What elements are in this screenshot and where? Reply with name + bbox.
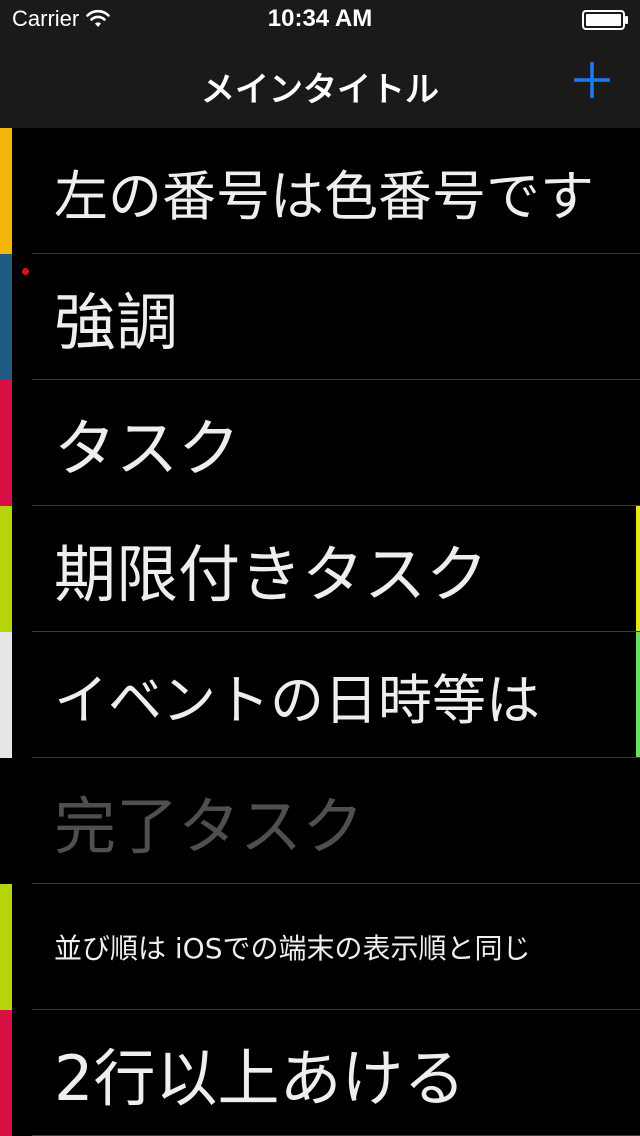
task-row[interactable]: タスク bbox=[0, 380, 640, 506]
task-row[interactable]: 期限付きタスク bbox=[0, 506, 640, 632]
task-row[interactable]: 2行以上あける bbox=[0, 1010, 640, 1136]
task-list: 左の番号は色番号です強調タスク期限付きタスクイベントの日時等は完了タスク並び順は… bbox=[0, 128, 640, 1136]
task-right-accent bbox=[636, 632, 640, 758]
task-row[interactable]: 左の番号は色番号です bbox=[0, 128, 640, 254]
task-color-bar bbox=[0, 380, 12, 506]
plus-icon[interactable] bbox=[572, 60, 612, 100]
task-label: 強調 bbox=[54, 286, 179, 359]
task-label: 2行以上あける bbox=[54, 1042, 466, 1115]
navigation-bar: メインタイトル bbox=[0, 40, 640, 128]
task-label: イベントの日時等は bbox=[54, 668, 540, 732]
task-label: 完了タスク bbox=[54, 790, 365, 863]
page-title: メインタイトル bbox=[201, 70, 439, 110]
task-row[interactable]: イベントの日時等は bbox=[0, 632, 640, 758]
battery-icon bbox=[582, 10, 628, 30]
task-label: タスク bbox=[54, 412, 241, 485]
task-color-bar bbox=[0, 254, 12, 380]
task-color-bar bbox=[0, 1010, 12, 1136]
task-label: 期限付きタスク bbox=[54, 538, 489, 611]
task-color-bar bbox=[0, 758, 12, 884]
status-time: 10:34 AM bbox=[267, 5, 373, 32]
status-bar: Carrier 10:34 AM bbox=[0, 0, 640, 40]
task-label: 並び順は iOSでの端末の表示順と同じ bbox=[54, 932, 531, 965]
task-label: 左の番号は色番号です bbox=[54, 164, 594, 228]
task-row[interactable]: 強調 bbox=[0, 254, 640, 380]
task-color-bar bbox=[0, 632, 12, 758]
task-color-bar bbox=[0, 506, 12, 632]
task-color-bar bbox=[0, 128, 12, 254]
emphasis-dot-icon bbox=[22, 268, 29, 275]
task-row[interactable]: 並び順は iOSでの端末の表示順と同じ bbox=[0, 884, 640, 1010]
task-right-accent bbox=[636, 506, 640, 632]
task-row[interactable]: 完了タスク bbox=[0, 758, 640, 884]
task-color-bar bbox=[0, 884, 12, 1010]
